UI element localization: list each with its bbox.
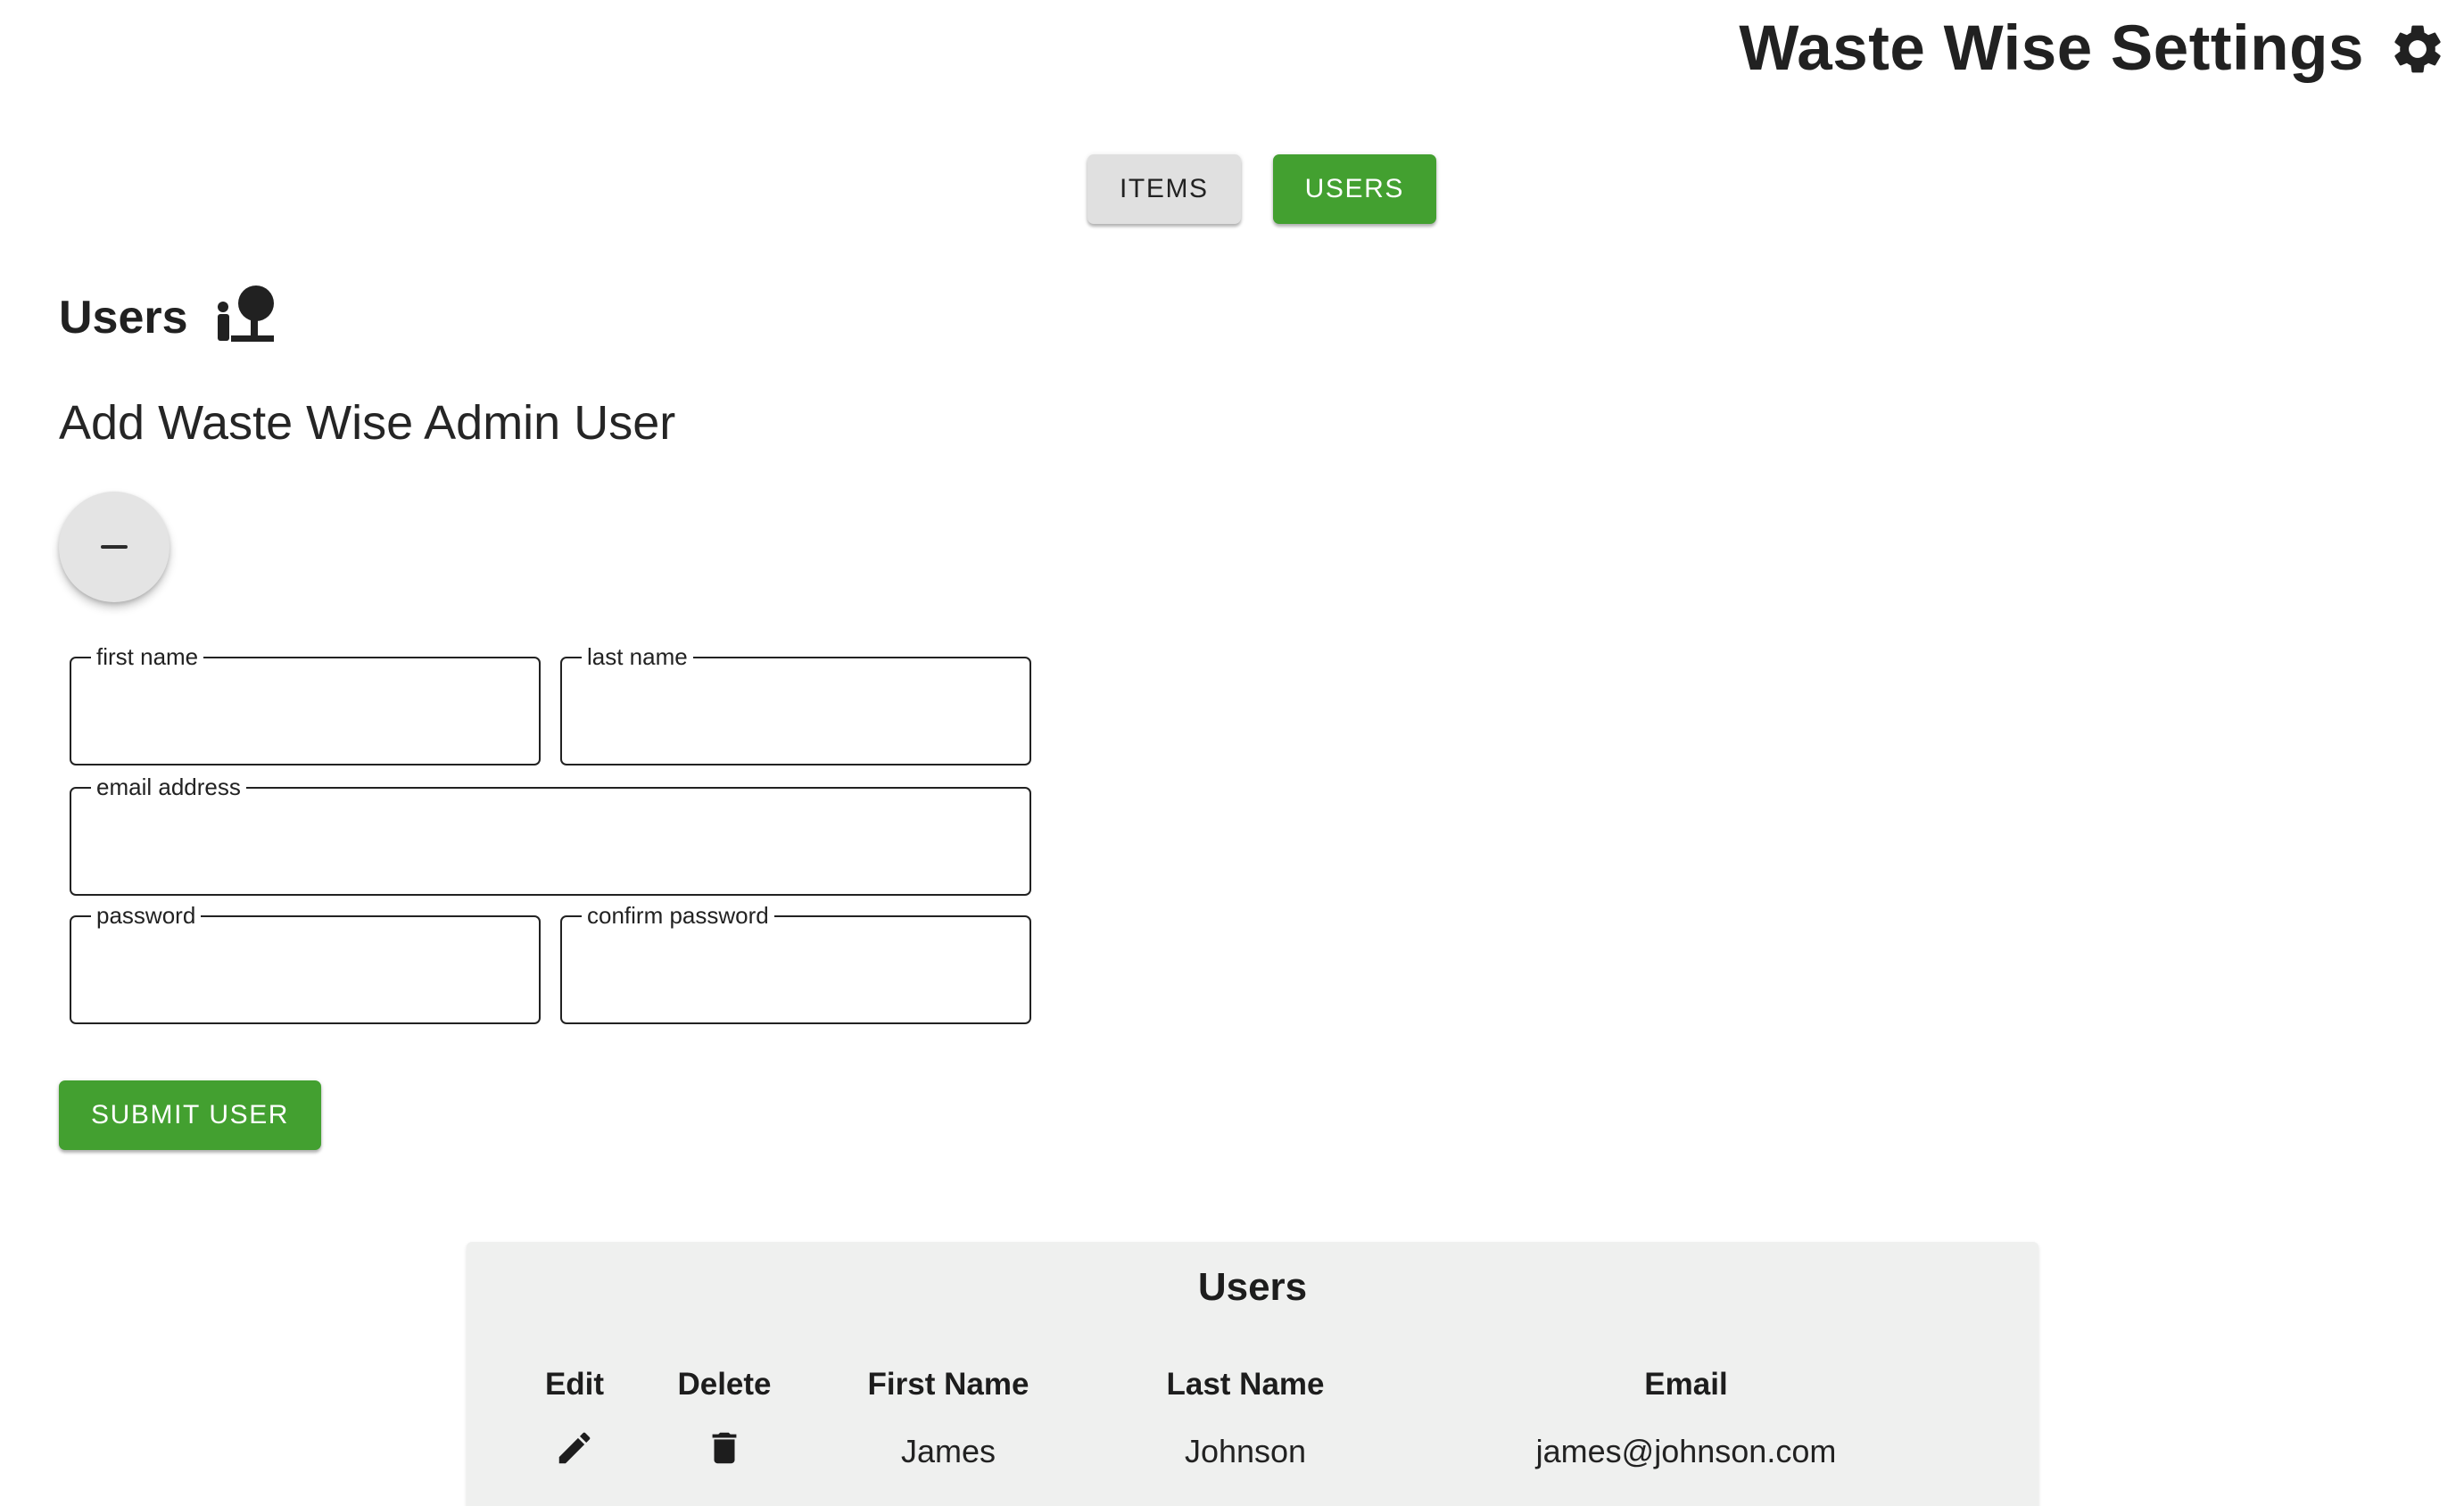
page-title: Waste Wise Settings bbox=[1739, 13, 2364, 84]
column-header-delete: Delete bbox=[677, 1367, 772, 1402]
email-input[interactable] bbox=[89, 798, 1012, 885]
email-label: email address bbox=[91, 774, 246, 800]
tab-items[interactable]: ITEMS bbox=[1087, 154, 1241, 224]
confirm-password-label: confirm password bbox=[582, 902, 774, 929]
section-title: Users bbox=[59, 291, 188, 343]
column-header-first-name: First Name bbox=[867, 1367, 1029, 1402]
column-header-edit: Edit bbox=[544, 1367, 605, 1402]
settings-tabs: ITEMS USERS bbox=[1087, 154, 1437, 224]
cell-email: james@johnson.com bbox=[1535, 1433, 1837, 1469]
last-name-input[interactable] bbox=[580, 667, 1012, 755]
trash-icon[interactable] bbox=[704, 1427, 745, 1469]
cell-first-name: James bbox=[900, 1433, 996, 1469]
minus-icon bbox=[101, 545, 128, 549]
tab-users[interactable]: USERS bbox=[1272, 154, 1437, 224]
last-name-field[interactable]: last name bbox=[560, 643, 1031, 765]
password-field[interactable]: password bbox=[70, 902, 541, 1024]
page-header: Waste Wise Settings bbox=[1739, 12, 2448, 85]
confirm-password-field[interactable]: confirm password bbox=[560, 902, 1031, 1024]
users-table-title: Users bbox=[1197, 1265, 1308, 1309]
password-input[interactable] bbox=[89, 926, 521, 1014]
confirm-password-input[interactable] bbox=[580, 926, 1012, 1014]
gear-icon[interactable] bbox=[2387, 19, 2448, 79]
user-icon bbox=[213, 284, 279, 351]
column-header-email: Email bbox=[1644, 1367, 1728, 1402]
submit-user-button[interactable]: SUBMIT USER bbox=[59, 1080, 322, 1150]
column-header-last-name: Last Name bbox=[1166, 1367, 1325, 1402]
email-field[interactable]: email address bbox=[70, 774, 1031, 896]
first-name-input[interactable] bbox=[89, 667, 521, 755]
pencil-icon[interactable] bbox=[554, 1427, 595, 1469]
add-admin-subheading: Add Waste Wise Admin User bbox=[59, 396, 676, 450]
users-table-panel: Users Edit Delete First Name Last Name E… bbox=[467, 1242, 2038, 1506]
settings-page: Waste Wise Settings ITEMS USERS Users Ad… bbox=[0, 0, 2464, 1506]
first-name-label: first name bbox=[91, 643, 204, 670]
first-name-field[interactable]: first name bbox=[70, 643, 541, 765]
password-label: password bbox=[91, 902, 202, 929]
cell-last-name: Johnson bbox=[1184, 1433, 1307, 1469]
users-section-heading: Users bbox=[59, 284, 279, 351]
last-name-label: last name bbox=[582, 643, 693, 670]
collapse-form-button[interactable] bbox=[59, 492, 170, 602]
